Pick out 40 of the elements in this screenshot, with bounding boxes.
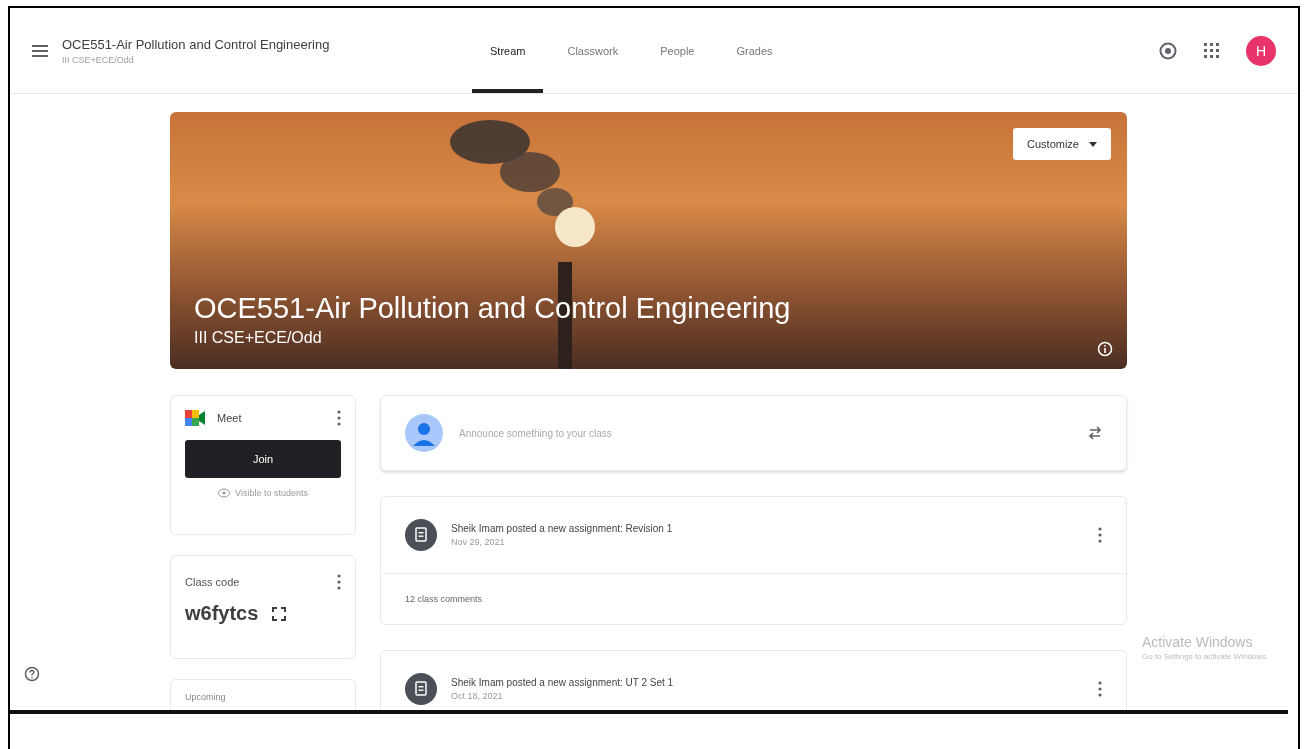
upcoming-label: Upcoming — [185, 692, 226, 702]
camera-icon — [185, 410, 205, 426]
tab[interactable]: Stream — [472, 8, 544, 93]
avatar[interactable]: H — [1246, 35, 1276, 66]
fullscreen-icon[interactable] — [272, 606, 287, 621]
post-title: Sheik Imam posted a new assignment: Revision 1 — [451, 523, 673, 534]
tab[interactable]: Classwork — [549, 8, 637, 93]
post-card[interactable]: Sheik Imam posted a new assignment: Revision 1 Nov 29, 2021 12 class comments — [380, 496, 1127, 625]
apps-grid-icon[interactable] — [1204, 42, 1220, 59]
customize-button[interactable]: Customize — [1013, 128, 1111, 160]
post-date: Oct 18, 2021 — [451, 691, 504, 701]
assignment-icon — [405, 673, 437, 705]
banner-subtitle: III CSE+ECE/Odd — [194, 329, 322, 347]
comments-link[interactable]: 12 class comments — [405, 594, 483, 604]
banner-title: OCE551-Air Pollution and Control Engineering — [194, 292, 791, 325]
info-icon[interactable] — [1097, 341, 1113, 357]
class-title[interactable]: OCE551-Air Pollution and Control Engineering — [62, 36, 330, 52]
more-options-icon[interactable] — [1098, 681, 1102, 697]
menu-icon[interactable] — [32, 43, 48, 58]
class-code-label: Class code — [185, 576, 240, 588]
meet-label: Meet — [217, 412, 242, 424]
more-options-icon[interactable] — [337, 410, 341, 426]
tab[interactable]: Grades — [718, 8, 791, 93]
caret-icon — [1089, 141, 1097, 147]
class-code: w6fytcs — [185, 602, 259, 625]
post-card[interactable]: Sheik Imam posted a new assignment: UT 2 Set 1 Oct 18, 2021 — [380, 650, 1127, 710]
help-icon[interactable] — [24, 666, 40, 682]
user-avatar-icon — [405, 414, 443, 452]
join-button[interactable]: Join — [185, 440, 341, 478]
class-subtitle: III CSE+ECE/Odd — [62, 54, 135, 65]
visibility-note: Visible to students — [235, 488, 308, 498]
more-options-icon[interactable] — [1098, 527, 1102, 543]
tab[interactable]: People — [642, 8, 713, 93]
assignment-icon — [405, 519, 437, 551]
more-options-icon[interactable] — [337, 574, 341, 590]
post-title: Sheik Imam posted a new assignment: UT 2 Set 1 — [451, 677, 674, 688]
activation-title: Activate Windows — [1142, 634, 1254, 650]
post-date: Nov 29, 2021 — [451, 537, 506, 547]
eye-icon — [218, 488, 231, 498]
repost-icon[interactable] — [1088, 425, 1102, 441]
